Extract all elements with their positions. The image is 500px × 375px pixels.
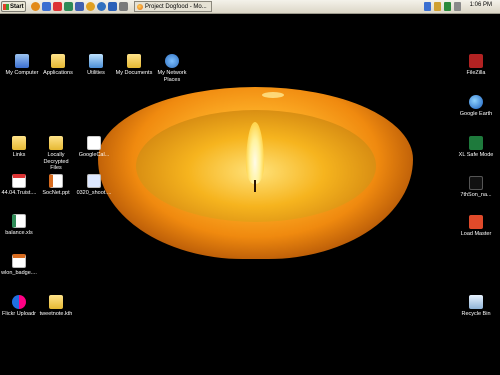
candle-wick bbox=[254, 180, 256, 192]
quicklaunch-ie-icon[interactable] bbox=[97, 2, 106, 11]
icon-label: balance.xls bbox=[5, 230, 33, 236]
icon-label: Flickr Uploadr bbox=[2, 311, 36, 317]
quicklaunch-word-icon[interactable] bbox=[108, 2, 117, 11]
powerpoint-file-icon bbox=[49, 174, 63, 188]
tray-network-icon[interactable] bbox=[424, 2, 431, 11]
icon-label: My Documents bbox=[115, 70, 153, 76]
desktop-icon-balance-xls[interactable]: balance.xls bbox=[0, 214, 41, 237]
excel-icon bbox=[469, 136, 483, 150]
quicklaunch-desktop-icon[interactable] bbox=[119, 2, 128, 11]
audio-file-icon bbox=[469, 176, 483, 190]
icon-label: Google Earth bbox=[459, 111, 493, 117]
icon-label: GoogleCal... bbox=[78, 152, 110, 158]
start-button[interactable]: Start bbox=[1, 1, 26, 12]
folder-icon bbox=[127, 54, 141, 68]
media-file-icon bbox=[87, 174, 101, 188]
icon-label: SocNet.ppt bbox=[42, 190, 70, 196]
load-master-icon bbox=[469, 215, 483, 229]
icon-label: 0320_shoot.... bbox=[76, 190, 112, 196]
window-title: Project Dogfood - Mo... bbox=[145, 3, 207, 10]
tray-volume-icon[interactable] bbox=[434, 2, 441, 11]
desktop-icon-xl-safe-mode[interactable]: XL Safe Mode bbox=[454, 136, 498, 159]
desktop-icon-filezilla[interactable]: FileZilla bbox=[454, 54, 498, 77]
quicklaunch-calculator-icon[interactable] bbox=[75, 2, 84, 11]
taskbar: Start Project Dogfood - Mo... 1:06 PM bbox=[0, 0, 500, 14]
folder-icon bbox=[51, 54, 65, 68]
quicklaunch-chrome-icon[interactable] bbox=[86, 2, 95, 11]
candle-rim-highlight bbox=[262, 92, 284, 98]
globe-icon bbox=[469, 95, 483, 109]
icon-label: 7thSon_na... bbox=[460, 192, 492, 198]
quicklaunch-pdf-icon[interactable] bbox=[53, 2, 62, 11]
icon-label: My Network Places bbox=[157, 70, 187, 83]
pdf-file-icon bbox=[12, 174, 26, 188]
tray-security-icon[interactable] bbox=[444, 2, 451, 11]
icon-label: Locally Decrypted Files bbox=[43, 152, 69, 171]
flickr-icon bbox=[12, 295, 26, 309]
utilities-icon bbox=[89, 54, 103, 68]
recycle-bin-icon bbox=[469, 295, 483, 309]
icon-label: My Computer bbox=[5, 70, 39, 76]
desktop-icon-googlecalendar[interactable]: GoogleCal... bbox=[72, 136, 116, 159]
icon-label: Applications bbox=[43, 70, 73, 76]
calendar-icon bbox=[87, 136, 101, 150]
tray-app-icon[interactable] bbox=[454, 2, 461, 11]
desktop-icon-load-master[interactable]: Load Master bbox=[454, 215, 498, 238]
desktop-icon-recycle-bin[interactable]: Recycle Bin bbox=[454, 295, 498, 318]
taskbar-window-project-dogfood[interactable]: Project Dogfood - Mo... bbox=[134, 1, 212, 12]
icon-label: XL Safe Mode bbox=[458, 152, 494, 158]
desktop-icon-shoot-file[interactable]: 0320_shoot.... bbox=[72, 174, 116, 197]
windows-logo-icon bbox=[3, 3, 9, 10]
icon-label: Links bbox=[12, 152, 26, 158]
desktop-icon-tweetnote[interactable]: tweetnote.kth bbox=[34, 295, 78, 318]
desktop-icon-google-earth[interactable]: Google Earth bbox=[454, 95, 498, 118]
excel-file-icon bbox=[12, 214, 26, 228]
filezilla-icon bbox=[469, 54, 483, 68]
icon-label: 44.04.Truist.... bbox=[1, 190, 37, 196]
network-icon bbox=[165, 54, 179, 68]
image-file-icon bbox=[12, 254, 26, 268]
icon-label: Utilities bbox=[87, 70, 105, 76]
desktop-icon-my-network-places[interactable]: My Network Places bbox=[150, 54, 194, 83]
icon-label: wlon_badge.... bbox=[1, 270, 37, 276]
clock[interactable]: 1:06 PM bbox=[470, 2, 492, 8]
icon-label: Load Master bbox=[460, 231, 492, 237]
folder-icon bbox=[12, 136, 26, 150]
icon-label: Recycle Bin bbox=[461, 311, 491, 317]
firefox-icon[interactable] bbox=[31, 2, 40, 11]
icon-label: tweetnote.kth bbox=[39, 311, 73, 317]
start-label: Start bbox=[10, 3, 24, 10]
folder-icon bbox=[49, 295, 63, 309]
folder-icon bbox=[49, 136, 63, 150]
quicklaunch-excel-icon[interactable] bbox=[64, 2, 73, 11]
computer-icon bbox=[15, 54, 29, 68]
icon-label: FileZilla bbox=[466, 70, 486, 76]
firefox-icon bbox=[137, 3, 143, 10]
desktop-icon-wlon-badge[interactable]: wlon_badge.... bbox=[0, 254, 41, 277]
desktop-icon-7thson[interactable]: 7thSon_na... bbox=[454, 176, 498, 199]
quicklaunch-app-icon[interactable] bbox=[42, 2, 51, 11]
